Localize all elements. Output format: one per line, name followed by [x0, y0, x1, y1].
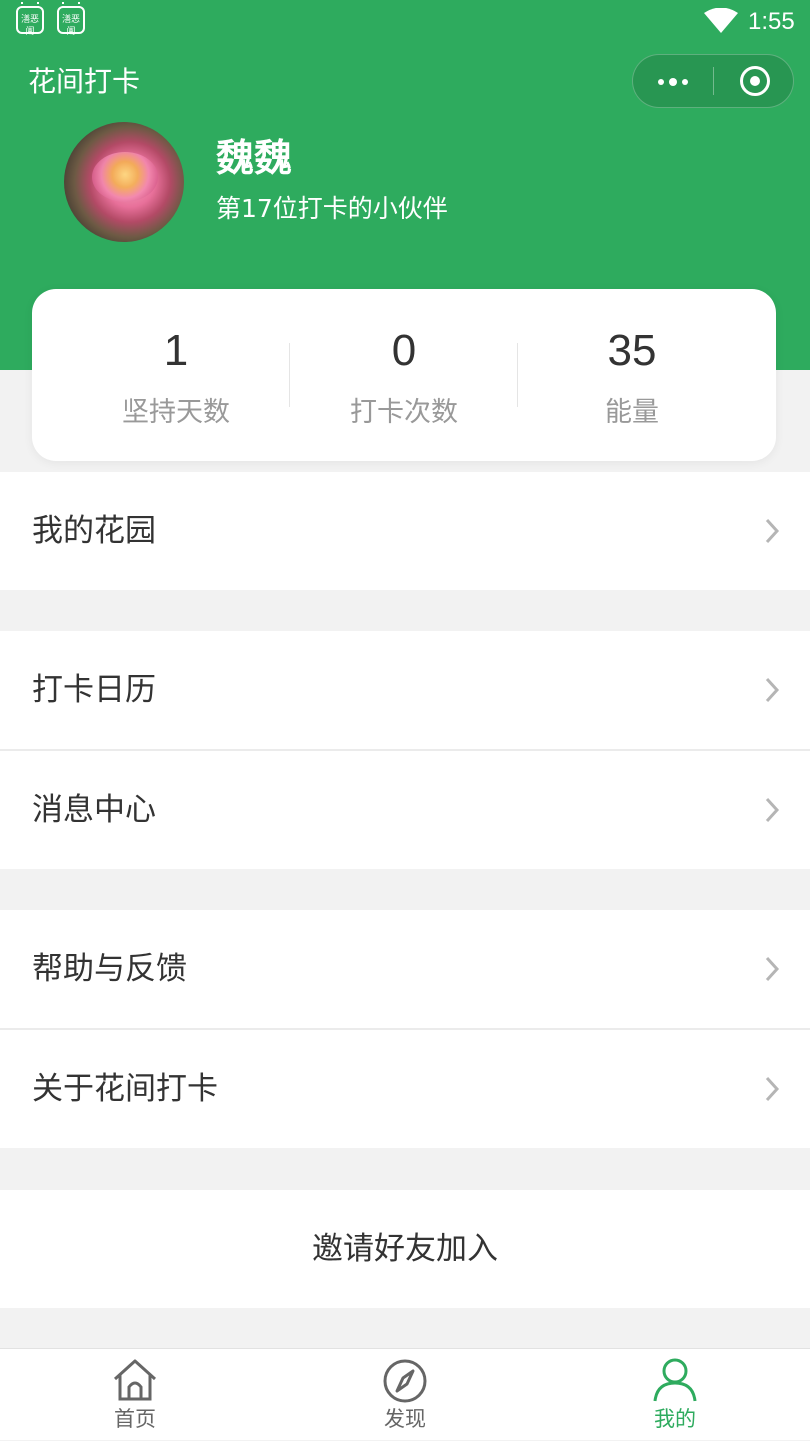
stat-value: 35 [607, 326, 657, 375]
tab-home[interactable]: 首页 [0, 1349, 270, 1441]
user-rank-text: 第17位打卡的小伙伴 [216, 194, 448, 223]
menu-item-help-feedback[interactable]: 帮助与反馈 [0, 910, 810, 1028]
stat-energy[interactable]: 35 能量 [518, 289, 746, 461]
notification-app-icon-label: 㵛恶阑 [61, 15, 80, 37]
chevron-right-icon [765, 956, 780, 982]
stat-label: 坚持天数 [122, 397, 230, 428]
notification-app-icon: 㵛恶阑 [57, 2, 85, 37]
target-icon[interactable] [714, 55, 794, 107]
notification-app-icon: 㵛恶阑 [16, 2, 44, 37]
stats-card: 1 坚持天数 0 打卡次数 35 能量 [32, 289, 776, 461]
menu-item-label: 打卡日历 [32, 672, 156, 708]
menu-item-label: 帮助与反馈 [32, 951, 187, 987]
menu-item-label: 关于花间打卡 [32, 1071, 218, 1107]
bottom-tab-bar: 首页 发现 我的 [0, 1348, 810, 1440]
tab-label: 发现 [384, 1407, 426, 1431]
tab-discover[interactable]: 发现 [270, 1349, 540, 1441]
stat-label: 打卡次数 [350, 397, 458, 428]
stat-value: 0 [391, 326, 417, 375]
avatar[interactable] [64, 122, 184, 242]
status-bar: 㵛恶阑 㵛恶阑 1:55 [0, 0, 810, 44]
tab-label: 首页 [114, 1407, 156, 1431]
menu-item-checkin-calendar[interactable]: 打卡日历 [0, 631, 810, 749]
stat-checkin-count[interactable]: 0 打卡次数 [290, 289, 518, 461]
mini-program-capsule [632, 54, 794, 108]
stat-value: 1 [163, 326, 189, 375]
wifi-icon [704, 8, 738, 33]
stat-streak-days[interactable]: 1 坚持天数 [62, 289, 290, 461]
tab-label: 我的 [654, 1407, 696, 1431]
user-name: 魏魏 [216, 136, 293, 180]
chevron-right-icon [765, 677, 780, 703]
user-icon [653, 1358, 697, 1402]
tab-mine[interactable]: 我的 [540, 1349, 810, 1441]
status-time: 1:55 [748, 8, 795, 35]
menu-item-message-center[interactable]: 消息中心 [0, 751, 810, 869]
compass-icon [383, 1359, 427, 1403]
menu-item-my-garden[interactable]: 我的花园 [0, 472, 810, 590]
home-icon [113, 1359, 157, 1401]
page-title: 花间打卡 [28, 65, 141, 98]
menu-item-label: 消息中心 [32, 792, 156, 828]
menu-item-label: 我的花园 [32, 513, 156, 549]
menu-item-about[interactable]: 关于花间打卡 [0, 1030, 810, 1148]
chevron-right-icon [765, 797, 780, 823]
stat-label: 能量 [605, 397, 659, 428]
more-dots-icon[interactable] [633, 55, 713, 107]
invite-friends-button[interactable]: 邀请好友加入 [0, 1190, 810, 1308]
chevron-right-icon [765, 518, 780, 544]
chevron-right-icon [765, 1076, 780, 1102]
invite-friends-label: 邀请好友加入 [312, 1231, 498, 1267]
notification-app-icon-label: 㵛恶阑 [20, 15, 39, 37]
